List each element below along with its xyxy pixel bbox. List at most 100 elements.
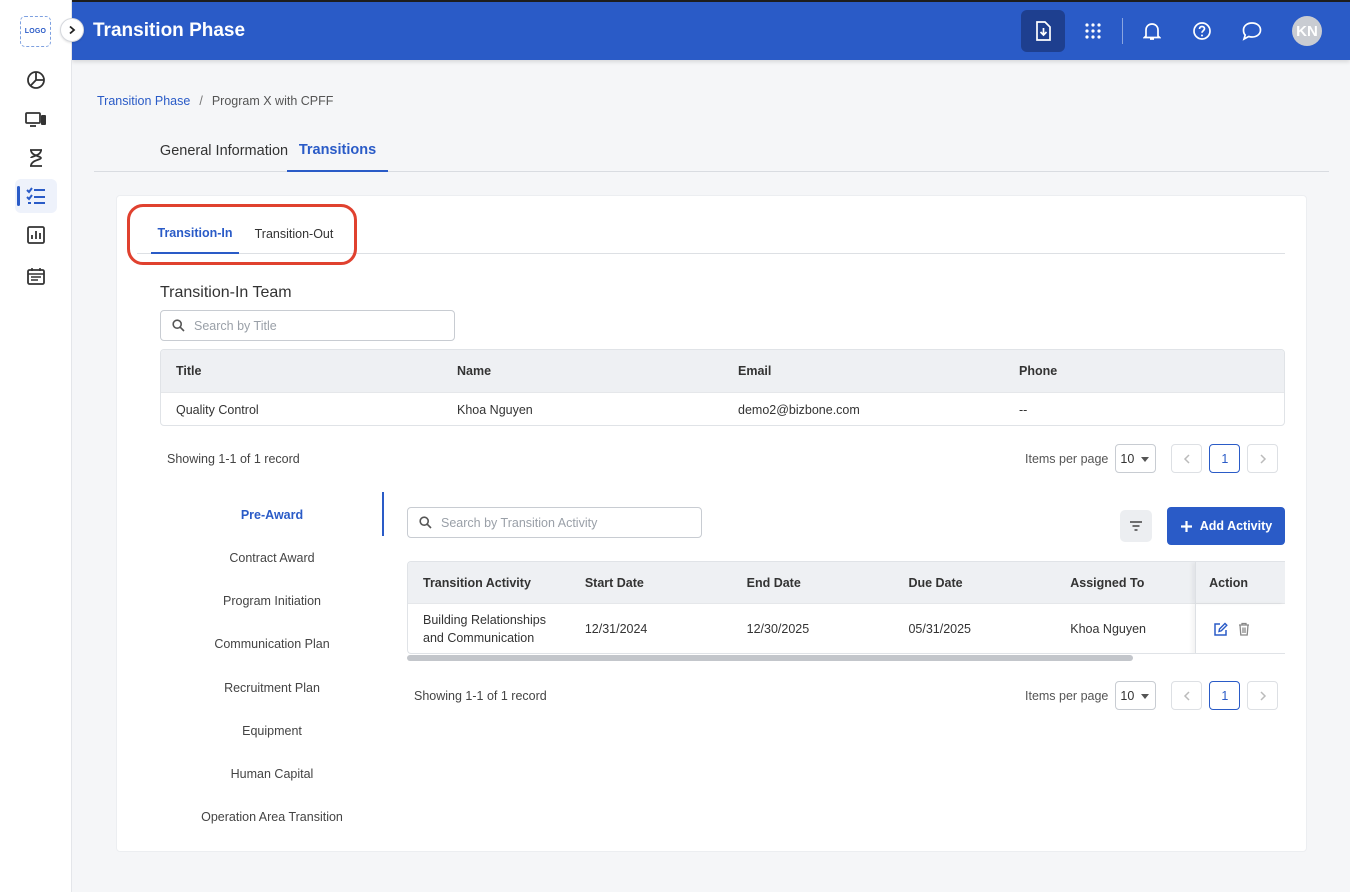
rail-item-devices[interactable] <box>15 103 57 137</box>
edit-icon <box>1214 622 1228 636</box>
bar-chart-icon <box>27 226 45 244</box>
filter-icon <box>1130 521 1142 531</box>
activity-search-input[interactable] <box>441 515 681 530</box>
transition-sub-tabs: Transition-In Transition-Out <box>137 214 1285 254</box>
notifications-button[interactable] <box>1130 10 1174 52</box>
rail-item-transitions[interactable] <box>15 179 57 213</box>
add-activity-label: Add Activity <box>1199 519 1273 533</box>
items-per-page-select[interactable]: 10 <box>1115 681 1157 710</box>
chevron-right-icon <box>1260 453 1266 464</box>
filter-button[interactable] <box>1120 510 1152 542</box>
prev-page-button[interactable] <box>1171 444 1203 473</box>
column-header-assigned-to: Assigned To <box>1070 575 1145 590</box>
page-number-button[interactable]: 1 <box>1209 681 1241 710</box>
team-pagination: Items per page 10 1 <box>1025 444 1279 473</box>
column-header-action: Action <box>1195 562 1285 603</box>
activity-search[interactable] <box>407 507 702 538</box>
download-icon <box>1036 21 1051 41</box>
tab-transitions[interactable]: Transitions <box>287 130 388 172</box>
team-search[interactable] <box>160 310 455 341</box>
phase-item-human-capital[interactable]: Human Capital <box>197 767 347 781</box>
edit-button[interactable] <box>1213 622 1228 637</box>
tab-transition-in[interactable]: Transition-In <box>151 214 239 254</box>
transitions-card: Transition-In Transition-Out Transition-… <box>116 195 1307 852</box>
chat-icon <box>1242 22 1262 41</box>
cell-title: Quality Control <box>176 402 259 417</box>
search-icon <box>172 319 185 332</box>
rail-item-reports[interactable] <box>15 218 57 252</box>
activity-table-header: Transition Activity Start Date End Date … <box>408 562 1285 603</box>
user-avatar[interactable]: KN <box>1292 16 1322 46</box>
team-table: Title Name Email Phone Quality Control K… <box>160 349 1285 426</box>
phase-nav-indicator <box>382 492 384 536</box>
activity-name-line-1: Building Relationships <box>423 613 546 627</box>
plus-icon <box>1180 520 1192 532</box>
activity-name-line-2: and Communication <box>423 631 535 645</box>
phase-item-pre-award[interactable]: Pre-Award <box>197 508 347 522</box>
download-button[interactable] <box>1021 10 1065 52</box>
monitor-icon <box>25 112 46 127</box>
column-header-phone: Phone <box>1019 364 1058 378</box>
main-tabs: General Information Transitions <box>94 130 1329 172</box>
help-icon <box>1193 22 1211 40</box>
add-activity-button[interactable]: Add Activity <box>1167 507 1285 545</box>
phase-item-recruitment-plan[interactable]: Recruitment Plan <box>197 681 347 695</box>
cell-name: Khoa Nguyen <box>457 402 533 417</box>
sidebar-toggle-button[interactable] <box>60 18 84 42</box>
calendar-icon <box>27 268 45 285</box>
chevron-left-icon <box>1183 690 1190 701</box>
phase-item-equipment[interactable]: Equipment <box>197 724 347 738</box>
hourglass-icon <box>30 149 42 167</box>
breadcrumb: Transition Phase / Program X with CPFF <box>97 94 333 108</box>
left-rail: LOGO <box>0 0 72 892</box>
team-search-input[interactable] <box>194 318 434 333</box>
cell-transition-activity: Building Relationships and Communication <box>408 611 570 647</box>
column-header-due-date: Due Date <box>908 575 963 590</box>
table-row[interactable]: Building Relationships and Communication… <box>408 603 1285 653</box>
cell-email: demo2@bizbone.com <box>738 402 860 417</box>
column-header-email: Email <box>738 364 772 378</box>
apps-button[interactable] <box>1071 10 1115 52</box>
prev-page-button[interactable] <box>1171 681 1203 710</box>
chevron-right-icon <box>69 25 76 35</box>
page-number-button[interactable]: 1 <box>1209 444 1241 473</box>
items-per-page-label: Items per page <box>1025 451 1109 466</box>
cell-end-date: 12/30/2025 <box>746 622 810 636</box>
rail-item-timeline[interactable] <box>15 141 57 175</box>
phase-item-communication-plan[interactable]: Communication Plan <box>197 637 347 651</box>
rail-item-calendar[interactable] <box>15 259 57 293</box>
next-page-button[interactable] <box>1247 444 1279 473</box>
apps-grid-icon <box>1085 23 1101 39</box>
breadcrumb-separator: / <box>199 94 203 108</box>
topbar-separator <box>1122 18 1123 44</box>
phase-item-operation-area-transition[interactable]: Operation Area Transition <box>197 810 347 824</box>
app-title: Transition Phase <box>93 20 246 41</box>
next-page-button[interactable] <box>1247 681 1279 710</box>
column-header-start-date: Start Date <box>584 575 644 590</box>
tab-transition-out[interactable]: Transition-Out <box>249 214 339 254</box>
cell-actions <box>1195 603 1285 653</box>
breadcrumb-root-link[interactable]: Transition Phase <box>97 94 190 108</box>
activity-table: Transition Activity Start Date End Date … <box>407 561 1285 654</box>
cell-assigned-to: Khoa Nguyen <box>1070 622 1147 636</box>
app-logo: LOGO <box>20 16 51 47</box>
bell-icon <box>1143 23 1161 40</box>
activity-record-count: Showing 1-1 of 1 record <box>414 689 547 703</box>
table-row[interactable]: Quality Control Khoa Nguyen demo2@bizbon… <box>161 392 1284 425</box>
cell-due-date: 05/31/2025 <box>908 622 971 636</box>
help-button[interactable] <box>1180 10 1224 52</box>
rail-item-dashboard[interactable] <box>15 63 57 97</box>
activity-table-horizontal-scrollbar[interactable] <box>407 655 1133 661</box>
column-header-title: Title <box>176 364 202 378</box>
chat-button[interactable] <box>1230 10 1274 52</box>
search-icon <box>419 516 432 529</box>
breadcrumb-current: Program X with CPFF <box>211 94 334 108</box>
checklist-icon <box>26 187 45 204</box>
trash-icon <box>1239 622 1250 636</box>
items-per-page-select[interactable]: 10 <box>1115 444 1157 473</box>
pie-chart-icon <box>27 71 45 89</box>
team-section-title: Transition-In Team <box>160 284 292 301</box>
delete-button[interactable] <box>1238 622 1250 636</box>
phase-item-contract-award[interactable]: Contract Award <box>197 551 347 565</box>
phase-item-program-initiation[interactable]: Program Initiation <box>197 594 347 608</box>
